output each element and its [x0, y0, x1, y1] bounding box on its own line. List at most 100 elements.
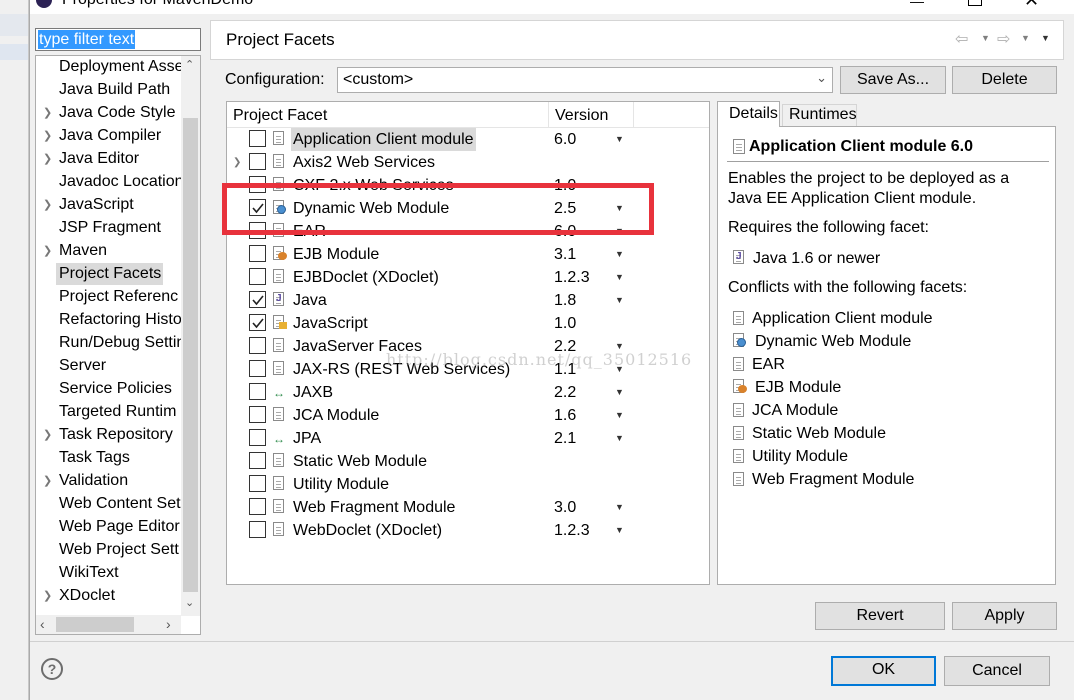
tree-item[interactable]: Validation: [59, 470, 181, 492]
tree-item[interactable]: Task Repository: [59, 424, 181, 446]
expand-arrow-icon[interactable]: ❯: [43, 102, 52, 124]
view-menu-icon[interactable]: ▼: [1041, 33, 1050, 43]
tab-runtimes[interactable]: Runtimes: [782, 104, 857, 127]
close-button[interactable]: ✕: [1024, 0, 1039, 9]
facet-checkbox[interactable]: [249, 452, 266, 469]
scroll-up-arrow-icon[interactable]: ⌃: [185, 58, 194, 71]
tree-item[interactable]: Refactoring Histo: [59, 309, 181, 331]
tree-item[interactable]: Task Tags: [59, 447, 181, 469]
facet-checkbox[interactable]: [249, 475, 266, 492]
tree-item[interactable]: Targeted Runtim: [59, 401, 181, 423]
column-divider[interactable]: [633, 102, 634, 127]
expand-arrow-icon[interactable]: ❯: [43, 240, 52, 262]
facet-checkbox[interactable]: [249, 406, 266, 423]
tree-item[interactable]: Service Policies: [59, 378, 181, 400]
facet-checkbox[interactable]: [249, 360, 266, 377]
facet-version[interactable]: 6.0: [554, 128, 576, 151]
sash[interactable]: [205, 20, 209, 640]
help-icon[interactable]: ?: [41, 658, 63, 680]
maximize-button[interactable]: [968, 0, 982, 6]
delete-button[interactable]: Delete: [952, 66, 1057, 94]
version-dropdown-icon[interactable]: ▼: [615, 381, 624, 404]
facet-version[interactable]: 1.6: [554, 404, 576, 427]
facet-row[interactable]: Static Web Module: [229, 450, 629, 473]
minimize-button[interactable]: —: [910, 0, 924, 8]
facet-row[interactable]: JavaScript 1.0: [229, 312, 629, 335]
facet-version[interactable]: 2.2: [554, 381, 576, 404]
facet-row[interactable]: ❯ Axis2 Web Services: [229, 151, 629, 174]
tree-hscrollbar-thumb[interactable]: [56, 617, 134, 632]
facet-checkbox[interactable]: [249, 268, 266, 285]
facet-version[interactable]: 3.0: [554, 496, 576, 519]
back-menu-icon[interactable]: ▼: [981, 33, 990, 43]
version-dropdown-icon[interactable]: ▼: [615, 404, 624, 427]
tree-item[interactable]: XDoclet: [59, 585, 181, 607]
facet-row[interactable]: EJB Module 3.1 ▼: [229, 243, 629, 266]
facet-row[interactable]: Application Client module 6.0 ▼: [229, 128, 629, 151]
version-dropdown-icon[interactable]: ▼: [615, 427, 624, 450]
facet-row[interactable]: WebDoclet (XDoclet) 1.2.3 ▼: [229, 519, 629, 542]
facet-checkbox[interactable]: [249, 521, 266, 538]
tree-item[interactable]: Java Editor: [59, 148, 181, 170]
facet-version[interactable]: 1.2.3: [554, 266, 590, 289]
facet-checkbox[interactable]: [249, 153, 266, 170]
version-dropdown-icon[interactable]: ▼: [615, 519, 624, 542]
tree-item[interactable]: Deployment Asse: [59, 56, 181, 78]
tree-item[interactable]: Javadoc Location: [59, 171, 181, 193]
facet-version[interactable]: 1.2.3: [554, 519, 590, 542]
tree-item[interactable]: Java Code Style: [59, 102, 181, 124]
tree-item[interactable]: Run/Debug Settin: [59, 332, 181, 354]
version-dropdown-icon[interactable]: ▼: [615, 128, 624, 151]
tree-vscrollbar-thumb[interactable]: [183, 118, 198, 592]
tree-item[interactable]: Maven: [59, 240, 181, 262]
filter-input[interactable]: type filter text: [35, 28, 201, 51]
column-header-facet[interactable]: Project Facet: [233, 107, 327, 125]
scroll-right-arrow-icon[interactable]: ›: [166, 616, 171, 632]
scroll-left-arrow-icon[interactable]: ‹: [40, 616, 45, 632]
tree-item[interactable]: Java Build Path: [59, 79, 181, 101]
chevron-down-icon[interactable]: ⌄: [816, 70, 827, 86]
scroll-down-arrow-icon[interactable]: ⌄: [185, 596, 194, 609]
facet-row[interactable]: J Java 1.8 ▼: [229, 289, 629, 312]
column-divider[interactable]: [548, 102, 549, 127]
facet-version[interactable]: 1.8: [554, 289, 576, 312]
facet-row[interactable]: EJBDoclet (XDoclet) 1.2.3 ▼: [229, 266, 629, 289]
facet-row[interactable]: JCA Module 1.6 ▼: [229, 404, 629, 427]
facet-checkbox[interactable]: [249, 429, 266, 446]
expand-arrow-icon[interactable]: ❯: [43, 424, 52, 446]
version-dropdown-icon[interactable]: ▼: [615, 496, 624, 519]
tree-vscrollbar[interactable]: ⌃ ⌄: [181, 56, 200, 616]
tree-item[interactable]: Web Page Editor: [59, 516, 181, 538]
facet-version[interactable]: 3.1: [554, 243, 576, 266]
expand-arrow-icon[interactable]: ❯: [43, 125, 52, 147]
back-arrow-icon[interactable]: ⇦: [955, 29, 968, 49]
facet-row[interactable]: Web Fragment Module 3.0 ▼: [229, 496, 629, 519]
configuration-combo[interactable]: <custom> ⌄: [337, 67, 833, 93]
expand-arrow-icon[interactable]: ❯: [43, 470, 52, 492]
apply-button[interactable]: Apply: [952, 602, 1057, 630]
facet-version[interactable]: 2.1: [554, 427, 576, 450]
ok-button[interactable]: OK: [831, 656, 936, 686]
cancel-button[interactable]: Cancel: [944, 656, 1050, 686]
column-header-version[interactable]: Version: [555, 107, 608, 125]
facet-checkbox[interactable]: [249, 130, 266, 147]
tree-item[interactable]: JSP Fragment: [59, 217, 181, 239]
revert-button[interactable]: Revert: [815, 602, 945, 630]
tree-item[interactable]: Project Facets: [56, 263, 163, 285]
tree-item[interactable]: Java Compiler: [59, 125, 181, 147]
expand-arrow-icon[interactable]: ❯: [43, 194, 52, 216]
tree-item[interactable]: Web Project Sett: [59, 539, 181, 561]
tree-item[interactable]: JavaScript: [59, 194, 181, 216]
facet-row[interactable]: Utility Module: [229, 473, 629, 496]
tree-item[interactable]: Web Content Set: [59, 493, 181, 515]
facet-checkbox[interactable]: [249, 245, 266, 262]
facet-row[interactable]: ↔ JPA 2.1 ▼: [229, 427, 629, 450]
forward-arrow-icon[interactable]: ⇨: [997, 29, 1010, 49]
version-dropdown-icon[interactable]: ▼: [615, 243, 624, 266]
expand-arrow-icon[interactable]: ❯: [43, 585, 52, 607]
tree-item[interactable]: WikiText: [59, 562, 181, 584]
version-dropdown-icon[interactable]: ▼: [615, 266, 624, 289]
version-dropdown-icon[interactable]: ▼: [615, 289, 624, 312]
save-as-button[interactable]: Save As...: [840, 66, 946, 94]
expand-arrow-icon[interactable]: ❯: [43, 148, 52, 170]
